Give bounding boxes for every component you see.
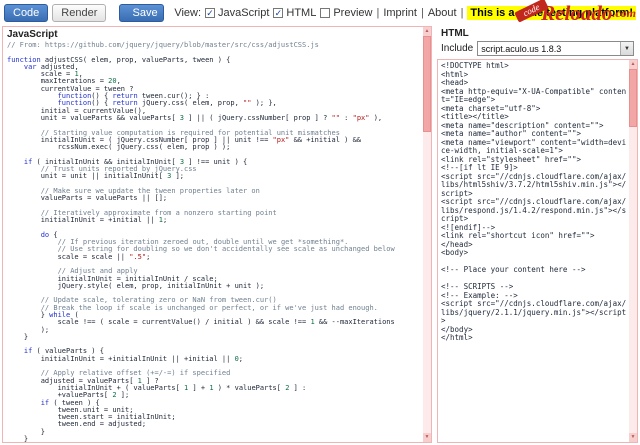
render-button[interactable]: Render: [52, 4, 107, 22]
html-code-editor[interactable]: <!DOCTYPE html> <html> <head> <meta http-eq…: [438, 60, 628, 442]
scroll-up-icon[interactable]: ▲: [629, 60, 637, 69]
html-panel-title: HTML: [441, 28, 469, 39]
checkbox-html-label: HTML: [286, 7, 317, 19]
javascript-panel: JavaScript // From: https://github.com/j…: [2, 26, 432, 443]
app-root: Code Render Save ▼ View: ✓ JavaScript ✓ …: [0, 0, 640, 445]
include-label: Include: [441, 43, 474, 54]
scroll-down-icon[interactable]: ▼: [423, 433, 431, 442]
logo[interactable]: code Reloado .com: [514, 0, 636, 26]
javascript-panel-title: JavaScript: [7, 29, 58, 40]
separator: |: [460, 7, 464, 19]
logo-tld: .com: [612, 5, 636, 20]
checkbox-javascript-icon[interactable]: ✓: [205, 8, 216, 18]
view-checkbox-javascript[interactable]: ✓ JavaScript: [205, 7, 269, 19]
js-code-editor[interactable]: // From: https://github.com/jquery/jquer…: [3, 41, 422, 442]
toolbar: Code Render Save ▼ View: ✓ JavaScript ✓ …: [0, 0, 640, 26]
js-scrollbar-thumb[interactable]: [423, 36, 431, 132]
content: JavaScript // From: https://github.com/j…: [0, 26, 640, 445]
scroll-down-icon[interactable]: ▼: [629, 433, 637, 442]
html-code-panel: <!DOCTYPE html> <html> <head> <meta http-eq…: [437, 59, 638, 443]
save-button[interactable]: Save: [120, 5, 163, 21]
include-row: Include script.aculo.us 1.8.3 ▼: [437, 40, 638, 59]
select-arrow-icon: ▼: [620, 42, 633, 55]
checkbox-html-icon[interactable]: ✓: [273, 8, 284, 18]
separator: |: [376, 7, 380, 19]
view-checkbox-html[interactable]: ✓ HTML: [273, 7, 316, 19]
include-select-value: script.aculo.us 1.8.3: [481, 43, 562, 54]
about-link[interactable]: About: [428, 7, 457, 19]
checkbox-preview-icon[interactable]: [320, 8, 331, 18]
scroll-up-icon[interactable]: ▲: [423, 27, 431, 36]
save-split-button[interactable]: Save ▼: [119, 4, 165, 22]
imprint-link[interactable]: Imprint: [383, 7, 417, 19]
checkbox-javascript-label: JavaScript: [218, 7, 270, 19]
html-panel: HTML Include script.aculo.us 1.8.3 ▼ <!D…: [437, 26, 638, 443]
html-scrollbar[interactable]: ▲ ▼: [629, 60, 637, 442]
html-scrollbar-track[interactable]: [629, 69, 637, 433]
separator: |: [420, 7, 424, 19]
checkbox-preview-label: Preview: [333, 7, 373, 19]
include-select[interactable]: script.aculo.us 1.8.3 ▼: [477, 41, 634, 56]
logo-name: Reloado: [541, 0, 613, 25]
html-scrollbar-thumb[interactable]: [629, 69, 637, 127]
code-button[interactable]: Code: [4, 4, 49, 22]
view-label: View:: [174, 7, 202, 19]
js-scrollbar[interactable]: ▲ ▼: [423, 27, 431, 442]
view-checkbox-preview[interactable]: Preview: [320, 7, 372, 19]
js-scrollbar-track[interactable]: [423, 36, 431, 433]
